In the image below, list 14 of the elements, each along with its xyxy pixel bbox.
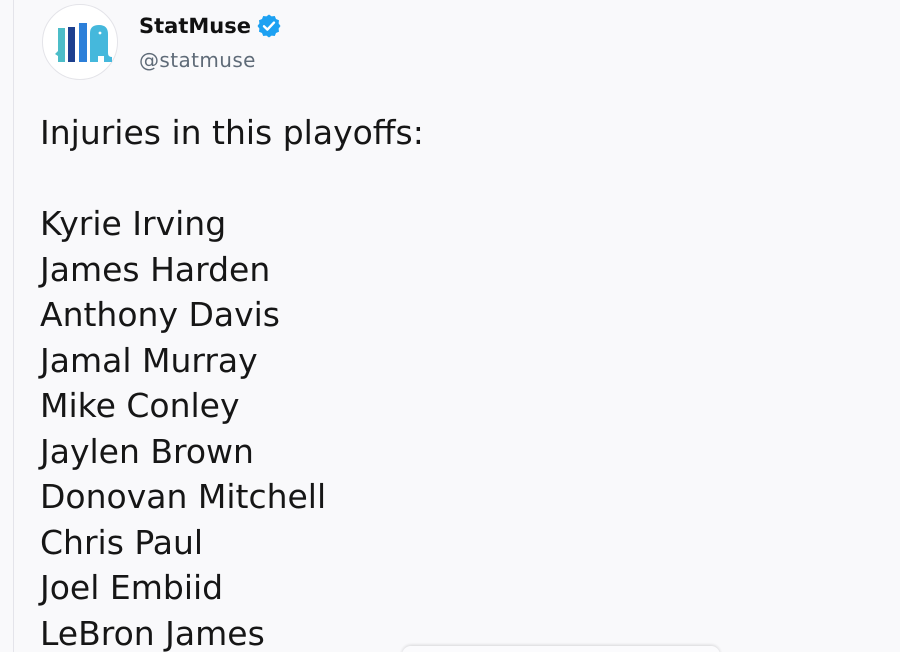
list-item: James Harden [40, 248, 270, 290]
list-item: Jaylen Brown [40, 430, 254, 472]
list-item: Mike Conley [40, 385, 240, 427]
list-item: Anthony Davis [40, 294, 280, 336]
list-item: Kyrie Irving [40, 203, 226, 245]
account-handle[interactable]: @statmuse [139, 47, 281, 73]
tweet-heading: Injuries in this playoffs: [40, 112, 424, 154]
list-item: LeBron James [40, 612, 265, 652]
list-item: Donovan Mitchell [40, 476, 326, 518]
account-name[interactable]: StatMuse [139, 13, 251, 39]
list-item: Jamal Murray [40, 340, 258, 382]
list-item: Joel Embiid [40, 567, 224, 609]
list-item: Chris Paul [40, 522, 204, 564]
bar-chart-logo-icon[interactable] [42, 4, 118, 80]
